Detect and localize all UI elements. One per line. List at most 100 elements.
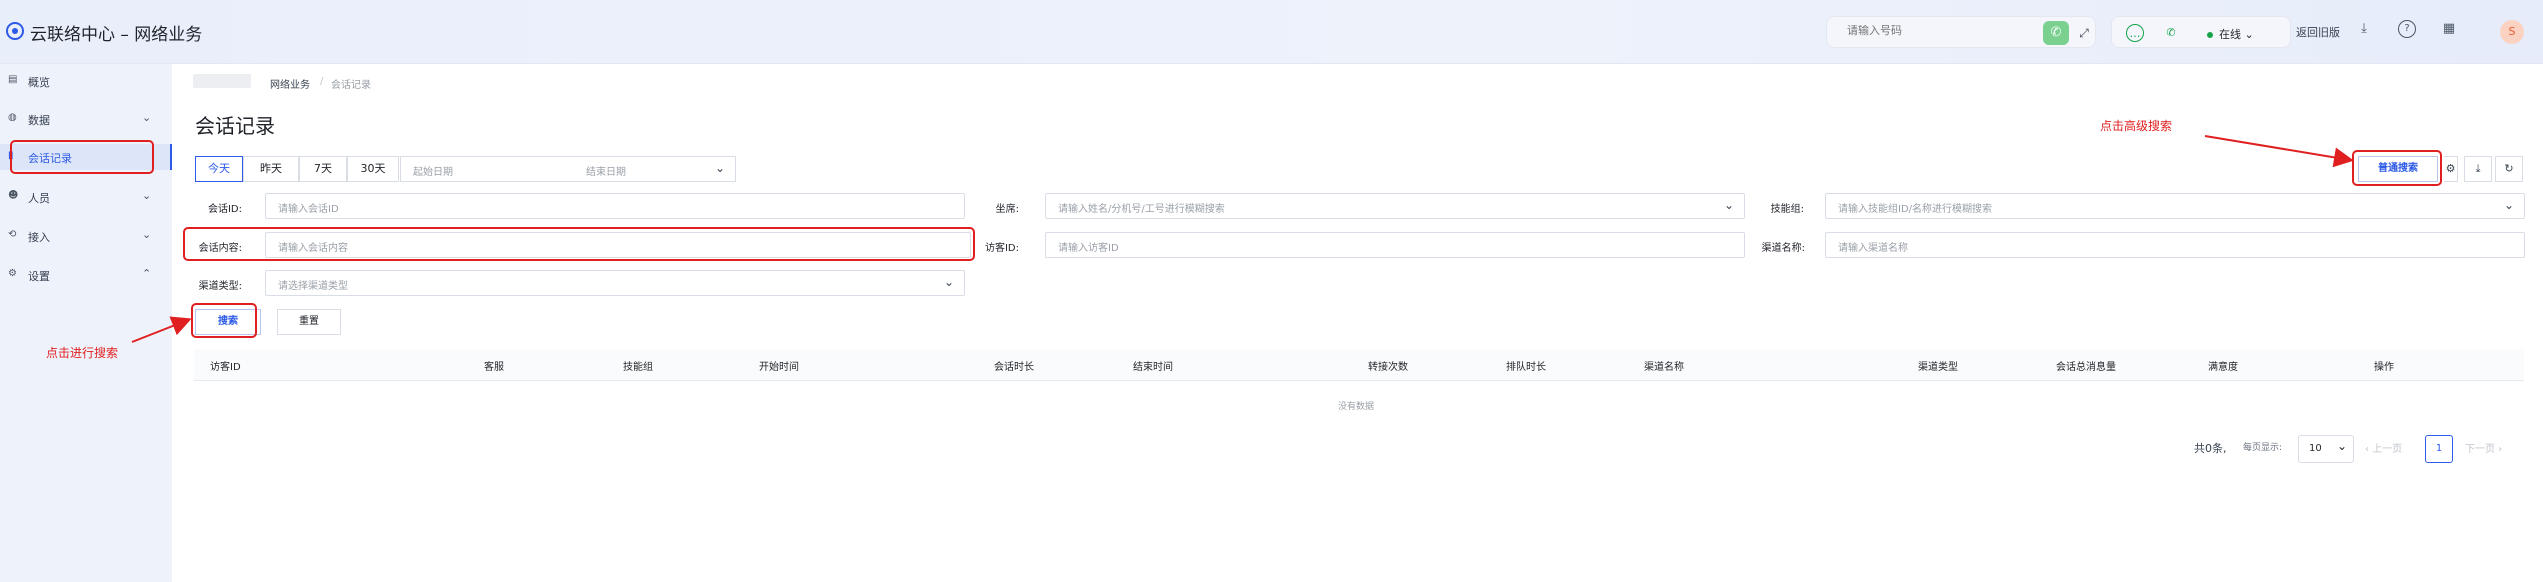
logo-icon xyxy=(6,22,24,40)
table-header: 访客ID 客服 技能组 开始时间 会话时长 结束时间 转接次数 排队时长 渠道名… xyxy=(194,349,2524,381)
col-channel-name: 渠道名称 xyxy=(1644,362,1684,373)
back-old-version-link[interactable]: 返回旧版 xyxy=(2296,24,2340,40)
total-count: 共0条, xyxy=(2194,442,2227,455)
per-page-value: 10 xyxy=(2309,443,2322,454)
sidebar-item-settings[interactable]: ⚙ 设置 ⌃ xyxy=(0,262,172,288)
sidebar-item-access[interactable]: ⟲ 接入 ⌄ xyxy=(0,223,172,249)
col-message-count: 会话总消息量 xyxy=(2056,362,2116,373)
col-duration: 会话时长 xyxy=(994,362,1034,373)
apps-grid-icon[interactable]: ▦ xyxy=(2440,20,2458,38)
skill-group-select[interactable]: 请输入技能组ID/名称进行模糊搜索 ⌄ xyxy=(1825,193,2525,219)
chevron-down-icon: ⌄ xyxy=(715,161,726,175)
annotation-advanced-search: 点击高级搜索 xyxy=(2100,119,2173,133)
start-date-input[interactable]: 起始日期 xyxy=(413,163,453,178)
export-icon[interactable]: ⤓ xyxy=(2464,156,2492,182)
tab-today[interactable]: 今天 xyxy=(195,156,243,182)
chevron-down-icon: ⌄ xyxy=(2503,198,2514,212)
chevron-down-icon: ⌄ xyxy=(943,275,954,289)
placeholder: 请输入渠道名称 xyxy=(1838,243,1908,254)
top-bar: 云联络中心 – 网络业务 ✆ ⤢ … ✆ 在线 ⌄ 返回旧版 ⤓ ? ▦ S xyxy=(0,0,2543,64)
prev-page-button[interactable]: ‹ 上一页 xyxy=(2365,440,2402,455)
annotation-do-search: 点击进行搜索 xyxy=(46,346,119,360)
arrow-to-normal-search xyxy=(2204,135,2354,168)
highlight-normal-search xyxy=(2352,150,2442,186)
breadcrumb-separator: / xyxy=(320,76,324,87)
dial-box: ✆ ⤢ xyxy=(1826,16,2096,48)
tab-30-days[interactable]: 30天 xyxy=(347,156,399,182)
highlight-session-records xyxy=(10,140,154,174)
col-visitor-id: 访客ID xyxy=(210,362,241,373)
session-id-input[interactable]: 请输入会话ID xyxy=(265,193,965,219)
prev-page-label: 上一页 xyxy=(2372,444,2403,455)
col-satisfaction: 满意度 xyxy=(2208,362,2238,373)
app-title: 云联络中心 – 网络业务 xyxy=(30,25,203,45)
help-icon[interactable]: ? xyxy=(2398,20,2416,38)
end-date-input[interactable]: 结束日期 xyxy=(586,163,626,178)
avatar[interactable]: S xyxy=(2500,20,2524,44)
sidebar-item-overview[interactable]: ▤ 概览 xyxy=(0,68,172,94)
col-end-time: 结束时间 xyxy=(1133,362,1173,373)
col-channel-type: 渠道类型 xyxy=(1918,362,1958,373)
settings-icon: ⚙ xyxy=(8,268,17,279)
phone-icon[interactable]: ✆ xyxy=(2043,21,2069,45)
online-status-label: 在线 xyxy=(2219,28,2241,41)
placeholder: 请输入技能组ID/名称进行模糊搜索 xyxy=(1838,204,1993,215)
sidebar-item-label: 人员 xyxy=(28,192,50,205)
next-page-button[interactable]: 下一页 › xyxy=(2465,440,2502,455)
tab-7-days[interactable]: 7天 xyxy=(299,156,347,182)
highlight-search-button xyxy=(191,303,257,338)
next-page-label: 下一页 xyxy=(2465,444,2495,455)
skill-group-label: 技能组: xyxy=(1770,204,1804,215)
highlight-content-field xyxy=(183,227,975,261)
sidebar-item-staff[interactable]: ☻ 人员 ⌄ xyxy=(0,184,172,210)
channel-name-label: 渠道名称: xyxy=(1761,243,1805,254)
chevron-down-icon: ⌄ xyxy=(142,111,152,124)
blurred-crumb xyxy=(193,74,251,88)
call-status-icon[interactable]: ✆ xyxy=(2162,24,2180,42)
breadcrumb-current: 会话记录 xyxy=(331,80,371,91)
sidebar-item-label: 接入 xyxy=(28,231,50,244)
chevron-down-icon: ⌄ xyxy=(142,228,152,241)
status-box: … ✆ 在线 ⌄ xyxy=(2111,16,2291,48)
per-page-select[interactable]: 10 ⌄ xyxy=(2298,435,2354,463)
channel-type-select[interactable]: 请选择渠道类型 ⌄ xyxy=(265,270,965,296)
settings-icon[interactable]: ⚙ xyxy=(2444,156,2458,182)
data-icon: ◍ xyxy=(8,112,17,123)
agent-select[interactable]: 请输入姓名/分机号/工号进行模糊搜索 ⌄ xyxy=(1045,193,1745,219)
access-icon: ⟲ xyxy=(8,229,17,240)
col-transfer-count: 转接次数 xyxy=(1368,362,1408,373)
chevron-down-icon: ⌄ xyxy=(2337,439,2348,453)
empty-state: 没有数据 xyxy=(1338,402,1375,412)
tab-yesterday[interactable]: 昨天 xyxy=(243,156,299,182)
refresh-icon[interactable]: ↻ xyxy=(2495,156,2523,182)
reset-button[interactable]: 重置 xyxy=(277,309,341,335)
placeholder: 请输入姓名/分机号/工号进行模糊搜索 xyxy=(1058,204,1225,215)
online-status[interactable]: 在线 ⌄ xyxy=(2207,26,2254,42)
visitor-id-input[interactable]: 请输入访客ID xyxy=(1045,232,1745,258)
sidebar-item-data[interactable]: ◍ 数据 ⌄ xyxy=(0,106,172,132)
page-1-button[interactable]: 1 xyxy=(2425,435,2453,463)
chat-icon[interactable]: … xyxy=(2126,24,2144,42)
placeholder: 请选择渠道类型 xyxy=(278,281,348,292)
col-queue-time: 排队时长 xyxy=(1506,362,1546,373)
date-range-picker[interactable]: 起始日期 结束日期 ⌄ xyxy=(400,156,736,182)
sidebar-item-label: 概览 xyxy=(28,76,50,89)
sidebar-item-label: 数据 xyxy=(28,114,50,127)
download-icon[interactable]: ⤓ xyxy=(2355,20,2373,38)
chevron-up-icon: ⌃ xyxy=(142,267,152,280)
page-title: 会话记录 xyxy=(195,114,275,138)
chevron-down-icon: ⌄ xyxy=(142,189,152,202)
breadcrumb-parent[interactable]: 网络业务 xyxy=(270,76,310,91)
agent-label: 坐席: xyxy=(995,204,1019,215)
session-id-label: 会话ID: xyxy=(207,204,242,215)
expand-icon[interactable]: ⤢ xyxy=(2075,23,2093,43)
dashboard-icon: ▤ xyxy=(8,74,18,85)
placeholder: 请输入会话ID xyxy=(278,204,339,215)
col-skill-group: 技能组 xyxy=(623,362,653,373)
users-icon: ☻ xyxy=(8,190,19,201)
phone-number-input[interactable] xyxy=(1847,25,2027,37)
channel-name-input[interactable]: 请输入渠道名称 xyxy=(1825,232,2525,258)
per-page-label: 每页显示: xyxy=(2243,443,2283,453)
placeholder: 请输入访客ID xyxy=(1058,243,1119,254)
channel-type-label: 渠道类型: xyxy=(198,281,242,292)
